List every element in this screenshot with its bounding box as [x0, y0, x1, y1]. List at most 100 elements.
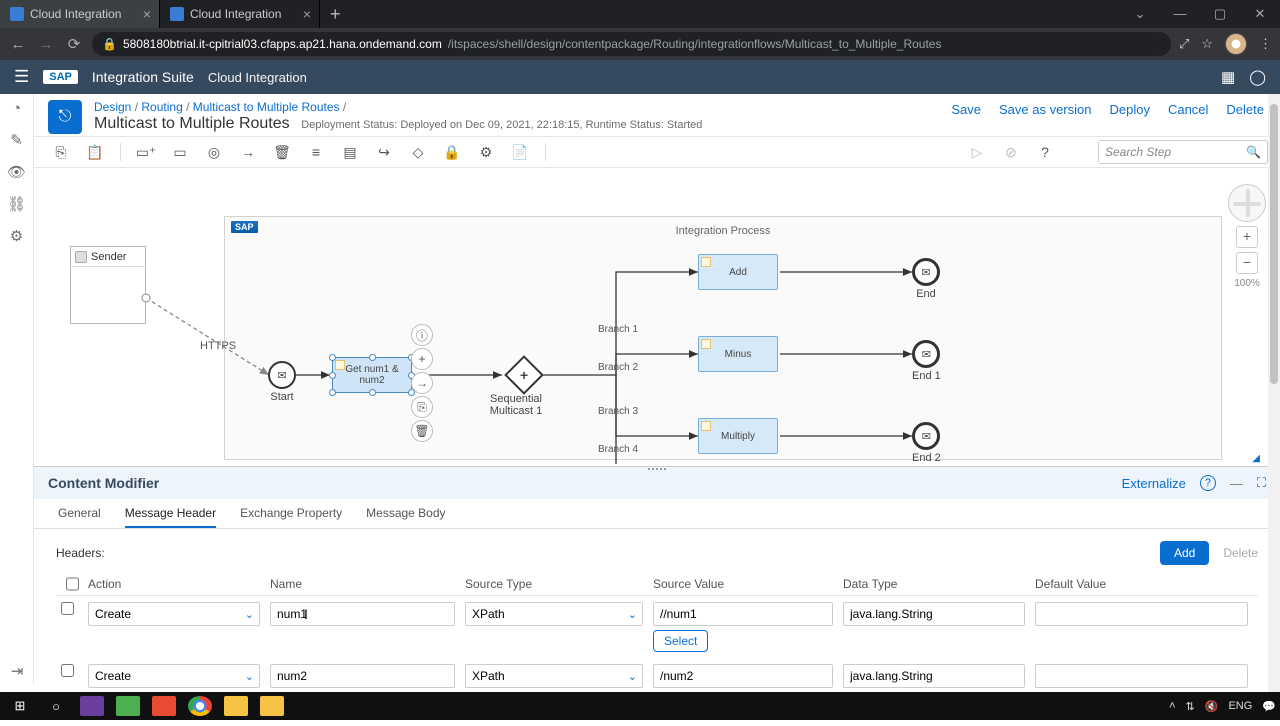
ctx-connect-icon[interactable]: →: [411, 372, 433, 394]
forward-button[interactable]: →: [36, 36, 56, 53]
taskbar-app[interactable]: [148, 694, 180, 718]
back-button[interactable]: ←: [8, 36, 28, 53]
start-event[interactable]: ✉ Start: [268, 361, 296, 403]
end-event[interactable]: ✉End 1: [912, 340, 941, 382]
sender-participant[interactable]: Sender: [70, 246, 146, 324]
scroll-thumb[interactable]: [1270, 104, 1278, 384]
rail-discover-icon[interactable]: ◔: [12, 100, 21, 117]
tool-event-icon[interactable]: ◎: [199, 140, 229, 164]
module-title[interactable]: Cloud Integration: [208, 70, 307, 85]
tool-call-icon[interactable]: ↪: [369, 140, 399, 164]
tab-general[interactable]: General: [58, 506, 101, 528]
cancel-button[interactable]: Cancel: [1168, 102, 1208, 117]
end-event[interactable]: ✉End: [912, 258, 940, 300]
profile-avatar[interactable]: [1225, 33, 1247, 55]
ctx-copy-icon[interactable]: ⎘: [411, 396, 433, 418]
taskbar-explorer[interactable]: [220, 694, 252, 718]
rail-design-icon[interactable]: ✎: [10, 131, 23, 149]
taskbar-app[interactable]: [76, 694, 108, 718]
tool-delete-icon[interactable]: 🗑: [267, 140, 297, 164]
tool-persistence-icon[interactable]: ▤: [335, 140, 365, 164]
rail-connect-icon[interactable]: ⛓: [7, 195, 26, 213]
select-button[interactable]: Select: [653, 630, 708, 652]
zoom-out-button[interactable]: −: [1236, 252, 1258, 274]
sequential-multicast-gateway[interactable]: + Sequential Multicast 1: [502, 361, 546, 417]
taskbar-explorer[interactable]: [256, 694, 288, 718]
tool-paste-icon[interactable]: 📋: [80, 140, 110, 164]
menu-icon[interactable]: ⋮: [1259, 36, 1272, 52]
save-button[interactable]: Save: [951, 102, 981, 117]
action-select[interactable]: [88, 664, 260, 688]
tool-security-icon[interactable]: 🔒: [437, 140, 467, 164]
tab-exchange-property[interactable]: Exchange Property: [240, 506, 342, 528]
tool-copy-icon[interactable]: ⎘: [46, 140, 76, 164]
tool-participant-icon[interactable]: ▭⁺: [131, 140, 161, 164]
bookmark-icon[interactable]: ☆: [1201, 36, 1213, 52]
deploy-button[interactable]: Deploy: [1109, 102, 1149, 117]
install-icon[interactable]: ⤢: [1179, 36, 1189, 52]
row-checkbox[interactable]: [61, 602, 74, 615]
name-field[interactable]: [270, 664, 455, 688]
rail-resize-icon[interactable]: ⇥: [11, 662, 24, 680]
ctx-delete-icon[interactable]: 🗑: [411, 420, 433, 442]
tray-lang[interactable]: ENG: [1228, 700, 1252, 712]
rail-settings-icon[interactable]: ⚙: [10, 227, 23, 245]
zoom-in-button[interactable]: +: [1236, 226, 1258, 248]
default-value-field[interactable]: [1035, 664, 1248, 688]
data-type-field[interactable]: [843, 602, 1025, 626]
close-icon[interactable]: ×: [143, 6, 151, 22]
delete-button[interactable]: Delete: [1226, 102, 1264, 117]
tray-wifi-icon[interactable]: ⇅: [1186, 700, 1195, 713]
row-checkbox[interactable]: [61, 664, 74, 677]
add-button[interactable]: Add: [1160, 541, 1209, 565]
source-value-field[interactable]: [653, 602, 833, 626]
minimize-button[interactable]: —: [1160, 6, 1200, 22]
tool-validator-icon[interactable]: 📄: [505, 140, 535, 164]
hamburger-icon[interactable]: ☰: [14, 67, 29, 87]
source-type-select[interactable]: [465, 664, 643, 688]
taskbar-search-icon[interactable]: ○: [40, 694, 72, 718]
action-select[interactable]: [88, 602, 260, 626]
user-icon[interactable]: ◯: [1249, 68, 1266, 86]
new-tab-button[interactable]: +: [320, 4, 351, 25]
panel-drag-handle[interactable]: [643, 466, 671, 472]
close-button[interactable]: ✕: [1240, 6, 1280, 22]
content-modifier-task[interactable]: Get num1 & num2: [332, 357, 412, 393]
ctx-info-icon[interactable]: ⓘ: [411, 324, 433, 346]
breadcrumb[interactable]: Design / Routing / Multicast to Multiple…: [94, 100, 702, 114]
close-icon[interactable]: ×: [303, 6, 311, 22]
select-all-checkbox[interactable]: [66, 577, 79, 591]
help-icon[interactable]: ?: [1200, 475, 1216, 491]
tool-stop-icon[interactable]: ⊘: [996, 140, 1026, 164]
source-type-select[interactable]: [465, 602, 643, 626]
tab-message-body[interactable]: Message Body: [366, 506, 445, 528]
minimize-panel-icon[interactable]: —: [1230, 476, 1243, 491]
tray-notifications-icon[interactable]: 💬: [1262, 700, 1276, 713]
taskbar-app[interactable]: [112, 694, 144, 718]
browser-tab[interactable]: Cloud Integration ×: [160, 0, 320, 28]
tray-up-icon[interactable]: ˄: [1169, 700, 1175, 712]
tool-play-icon[interactable]: ▷: [962, 140, 992, 164]
tool-process-icon[interactable]: ▭: [165, 140, 195, 164]
externalize-link[interactable]: Externalize: [1122, 476, 1186, 491]
data-type-field[interactable]: [843, 664, 1025, 688]
maximize-panel-icon[interactable]: ⛶: [1257, 475, 1266, 491]
task-add[interactable]: Add: [698, 254, 778, 290]
pan-joystick[interactable]: [1228, 184, 1266, 222]
tool-routing-icon[interactable]: ◇: [403, 140, 433, 164]
name-field[interactable]: [270, 602, 455, 626]
grid-icon[interactable]: ▦: [1221, 68, 1235, 86]
address-bar[interactable]: 🔒 5808180btrial.it-cpitrial03.cfapps.ap2…: [92, 32, 1171, 56]
delete-row-button[interactable]: Delete: [1223, 546, 1258, 560]
vertical-scrollbar[interactable]: [1268, 94, 1280, 692]
collapse-icon[interactable]: ◢: [1252, 453, 1260, 464]
search-step-input[interactable]: Search Step 🔍: [1098, 140, 1268, 164]
end-event[interactable]: ✉End 2: [912, 422, 941, 464]
ctx-add-icon[interactable]: +: [411, 348, 433, 370]
tab-message-header[interactable]: Message Header: [125, 506, 216, 528]
reload-button[interactable]: ⟳: [64, 35, 84, 53]
tool-connector-icon[interactable]: →: [233, 140, 263, 164]
task-multiply[interactable]: Multiply: [698, 418, 778, 454]
start-menu-button[interactable]: ⊞: [4, 694, 36, 718]
browser-tab[interactable]: Cloud Integration ×: [0, 0, 160, 28]
